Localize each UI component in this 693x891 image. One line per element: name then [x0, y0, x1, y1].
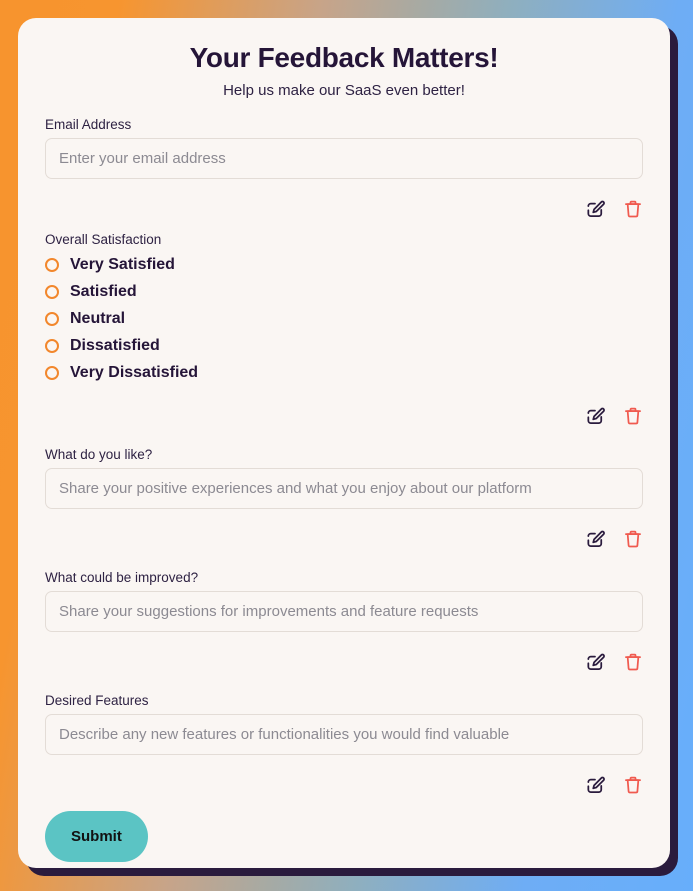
radio-option-satisfied[interactable]: Satisfied	[45, 278, 643, 305]
likes-textarea[interactable]	[45, 468, 643, 510]
improvements-field-group: What could be improved?	[45, 570, 643, 633]
satisfaction-field-group: Overall Satisfaction Very Satisfied Sati…	[45, 232, 643, 386]
radio-label: Neutral	[70, 309, 126, 327]
edit-icon[interactable]	[585, 775, 605, 795]
email-label: Email Address	[45, 117, 132, 133]
page-subtitle: Help us make our SaaS even better!	[223, 82, 465, 100]
edit-icon[interactable]	[585, 529, 605, 549]
radio-circle-icon[interactable]	[45, 365, 59, 380]
improvements-label: What could be improved?	[45, 570, 199, 586]
trash-icon[interactable]	[623, 199, 643, 219]
email-field-group: Email Address	[45, 117, 643, 180]
submit-button[interactable]: Submit	[45, 811, 148, 863]
satisfaction-label: Overall Satisfaction	[45, 232, 162, 248]
radio-label: Dissatisfied	[70, 336, 160, 354]
edit-icon[interactable]	[585, 406, 605, 426]
edit-icon[interactable]	[585, 199, 605, 219]
edit-icon[interactable]	[585, 652, 605, 672]
radio-circle-icon[interactable]	[45, 257, 59, 272]
gradient-frame: Your Feedback Matters! Help us make our …	[0, 0, 693, 891]
trash-icon[interactable]	[623, 775, 643, 795]
radio-label: Satisfied	[70, 282, 137, 300]
likes-actions	[45, 526, 643, 552]
features-actions	[45, 772, 643, 798]
features-textarea[interactable]	[45, 714, 643, 756]
improvements-actions	[45, 649, 643, 675]
radio-circle-icon[interactable]	[45, 311, 59, 326]
feedback-form-card: Your Feedback Matters! Help us make our …	[18, 18, 670, 868]
radio-option-dissatisfied[interactable]: Dissatisfied	[45, 332, 643, 359]
likes-label: What do you like?	[45, 447, 153, 463]
satisfaction-actions	[45, 403, 643, 429]
page-title: Your Feedback Matters!	[189, 42, 499, 73]
email-actions	[45, 196, 643, 222]
radio-option-neutral[interactable]: Neutral	[45, 305, 643, 332]
radio-label: Very Dissatisfied	[70, 363, 199, 381]
trash-icon[interactable]	[623, 529, 643, 549]
improvements-textarea[interactable]	[45, 591, 643, 633]
satisfaction-radio-group: Very Satisfied Satisfied Neutral Dissati…	[45, 251, 643, 386]
radio-option-very-satisfied[interactable]: Very Satisfied	[45, 251, 643, 278]
radio-circle-icon[interactable]	[45, 284, 59, 299]
features-label: Desired Features	[45, 693, 149, 709]
radio-circle-icon[interactable]	[45, 338, 59, 353]
likes-field-group: What do you like?	[45, 447, 643, 510]
trash-icon[interactable]	[623, 406, 643, 426]
radio-label: Very Satisfied	[70, 255, 175, 273]
trash-icon[interactable]	[623, 652, 643, 672]
features-field-group: Desired Features	[45, 693, 643, 756]
submit-row: Submit	[45, 811, 643, 863]
email-input[interactable]	[45, 138, 643, 180]
radio-option-very-dissatisfied[interactable]: Very Dissatisfied	[45, 359, 643, 386]
